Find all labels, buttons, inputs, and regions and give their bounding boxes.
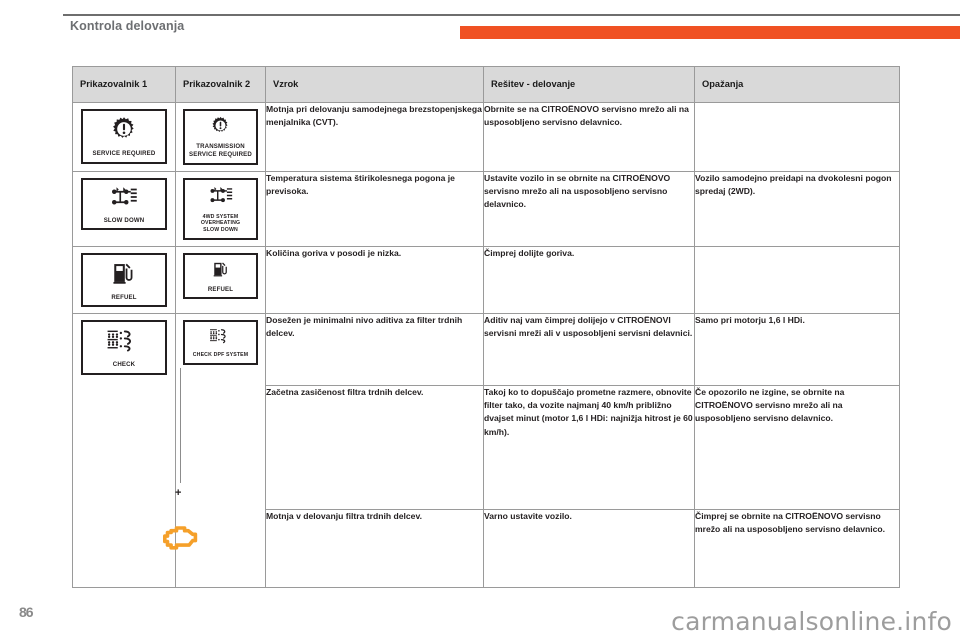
cause-cell: Dosežen je minimalni nivo aditiva za fil… [265,313,484,387]
remark-cell [694,245,900,315]
fuel-pump-icon [111,260,137,291]
column-header-remark: Opažanja [694,66,900,103]
indicator2-cell: REFUEL [175,245,266,315]
table-row: REFUEL REFUEL Količina goriva v posodi j… [72,245,900,315]
cause-cell: Količina goriva v posodi je nizka. [265,245,484,315]
page-number: 86 [19,604,34,620]
pictogram-caption: SLOW DOWN [103,216,145,224]
pictogram-refuel: REFUEL [183,252,258,300]
solution-cell: Takoj ko to dopuščajo prometne razmere, … [483,385,695,511]
fuel-pump-icon [212,260,230,283]
site-watermark: carmanualsonline.info [671,607,952,636]
remark-cell: Čimprej se obrnite na CITROËNOVO servisn… [694,509,900,589]
remark-cell [694,102,900,172]
solution-cell: Čimprej dolijte goriva. [483,245,695,315]
pictogram-caption: CHECK [112,361,136,369]
indicator1-cell: REFUEL [72,245,176,315]
cause-cell: Motnja v delovanju filtra trdnih delcev. [265,509,484,589]
cause-cell: Temperatura sistema štirikolesnega pogon… [265,170,484,247]
particle-filter-icon [106,327,142,358]
indicator1-cell: SLOW DOWN [72,170,176,247]
table-row: SLOW DOWN 4WD SYSTEM OVERHEATING SLOW DO… [72,170,900,247]
column-header-indicator1: Prikazovalnik 1 [72,66,176,103]
gear-warning-icon [211,116,230,140]
indicator1-cell: CHECK [72,313,176,589]
solution-cell: Ustavite vozilo in se obrnite na CITROËN… [483,170,695,247]
column-header-cause: Vzrok [265,66,484,103]
remark-cell: Vozilo samodejno preidapi na dvokolesni … [694,170,900,247]
pictogram-transmission-service-required: TRANSMISSION SERVICE REQUIRED [183,109,258,165]
table-row: CHECK CHECK DPF SYSTEM Dosežen je minima… [72,313,900,589]
pictogram-caption: SERVICE REQUIRED [92,150,156,157]
cause-cell: Začetna zasičenost filtra trdnih delcev. [265,385,484,511]
pictogram-caption: REFUEL [207,285,234,293]
header-accent-bar [460,26,960,39]
pictogram-caption: CHECK DPF SYSTEM [192,352,249,359]
column-header-indicator2: Prikazovalnik 2 [175,66,266,103]
column-header-solution: Rešitev - delovanje [483,66,695,103]
pictogram-refuel: REFUEL [81,252,167,308]
warning-indicator-table: Prikazovalnik 1 Prikazovalnik 2 Vzrok Re… [72,66,900,589]
pictogram-service-required: SERVICE REQUIRED [81,109,167,164]
annotation-plus-sign: + [175,487,182,499]
table-header-row: Prikazovalnik 1 Prikazovalnik 2 Vzrok Re… [72,66,900,103]
indicator1-cell: SERVICE REQUIRED [72,102,176,172]
remark-cell: Samo pri motorju 1,6 l HDi. [694,313,900,387]
cause-cell: Motnja pri delovanju samodejnega brezsto… [265,102,484,172]
indicator2-cell: TRANSMISSION SERVICE REQUIRED [175,102,266,172]
pictogram-caption: REFUEL [111,293,137,301]
pictogram-check-dpf-system: CHECK DPF SYSTEM [183,320,258,366]
pictogram-caption: TRANSMISSION SERVICE REQUIRED [189,143,252,158]
table-body: SERVICE REQUIRED TRANSMISSION SERVICE RE… [72,102,900,589]
remark-cell: Če opozorilo ne izgine, se obrnite na CI… [694,385,900,511]
manual-page: Kontrola delovanja Prikazovalnik 1 Prika… [0,0,960,640]
solution-cell: Obrnite se na CITROËNOVO servisno mrežo … [483,102,695,172]
header-rule [63,14,960,16]
annotation-connector-line [180,368,181,483]
pictogram-caption: 4WD SYSTEM OVERHEATING SLOW DOWN [200,213,241,233]
particle-filter-icon [209,327,233,349]
solution-cell: Aditiv naj vam čimprej dolijejo v CITROË… [483,313,695,387]
engine-warning-icon [163,522,199,552]
gear-warning-icon [111,116,137,147]
pictogram-check-dpf: CHECK [81,320,167,376]
4wd-driveline-icon [206,185,236,211]
pictogram-4wd-overheating: 4WD SYSTEM OVERHEATING SLOW DOWN [183,177,258,240]
page-title: Kontrola delovanja [70,19,185,33]
4wd-driveline-icon [107,185,141,214]
pictogram-slow-down: SLOW DOWN [81,177,167,231]
table-row: SERVICE REQUIRED TRANSMISSION SERVICE RE… [72,102,900,172]
solution-cell: Varno ustavite vozilo. [483,509,695,589]
indicator2-cell: 4WD SYSTEM OVERHEATING SLOW DOWN [175,170,266,247]
